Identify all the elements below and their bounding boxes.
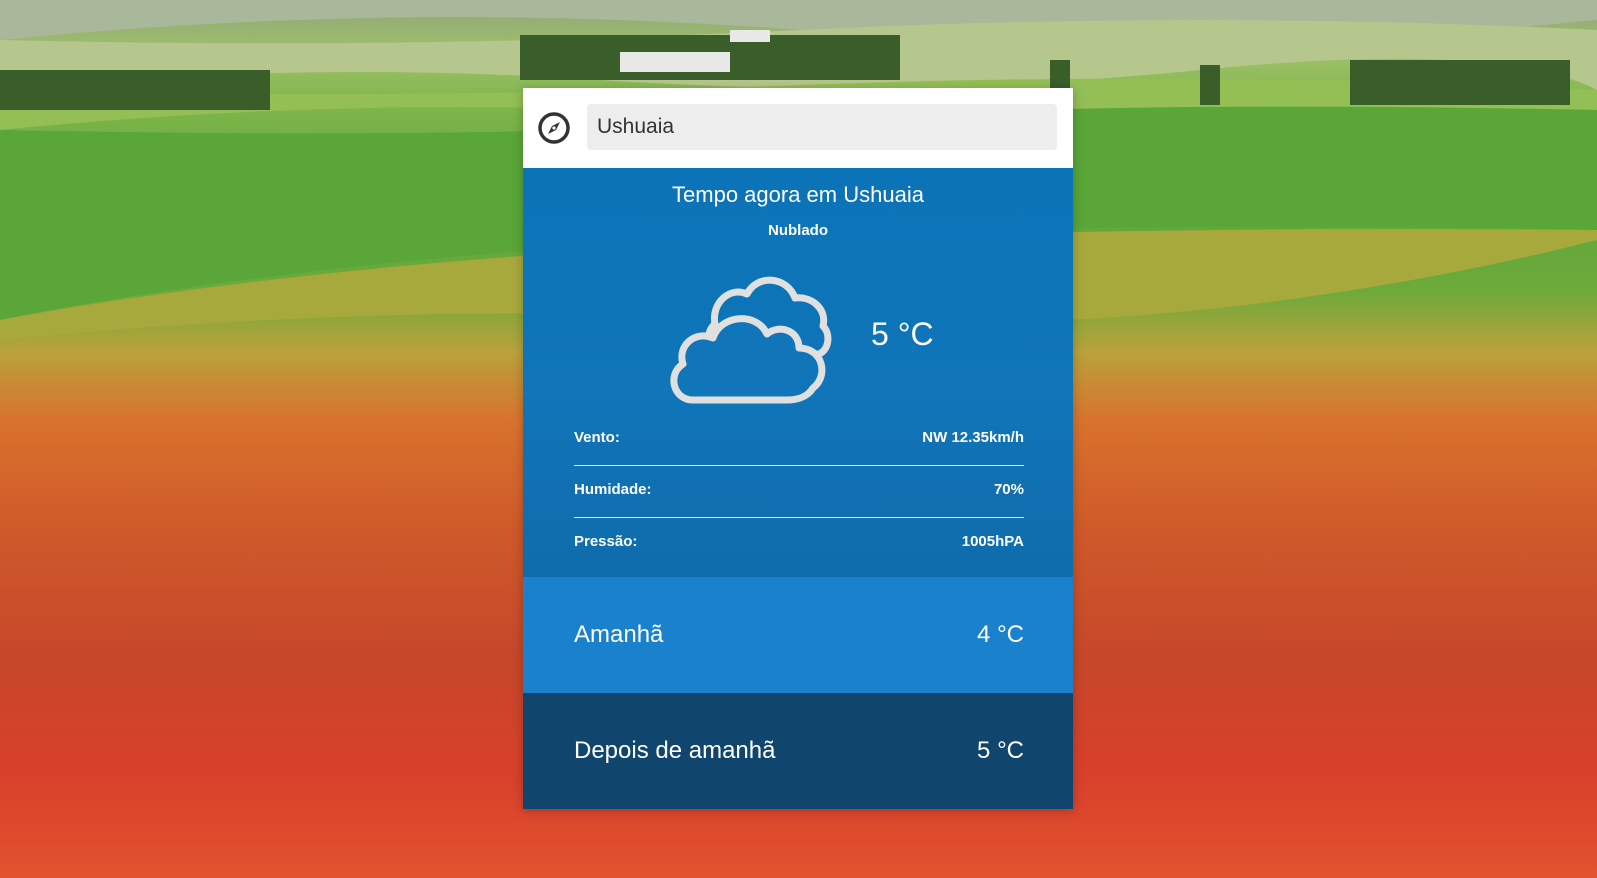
cloud-icon	[670, 276, 832, 404]
wind-label: Vento:	[574, 429, 620, 446]
weather-description: Nublado	[768, 222, 828, 239]
wind-row: Vento: NW 12.35km/h	[574, 414, 1024, 465]
weather-widget: Tempo agora em Ushuaia Nublado 5 °C Vent…	[523, 88, 1073, 809]
wind-value: NW 12.35km/h	[922, 429, 1024, 446]
pressure-label: Pressão:	[574, 533, 638, 550]
forecast-day-label: Amanhã	[574, 621, 664, 648]
current-weather-panel: Tempo agora em Ushuaia Nublado 5 °C Vent…	[523, 168, 1073, 577]
forecast-temperature: 5 °C	[977, 737, 1024, 764]
current-weather-title: Tempo agora em Ushuaia	[672, 182, 924, 207]
pressure-value: 1005hPA	[961, 533, 1024, 550]
search-bar	[523, 88, 1073, 168]
forecast-day-label: Depois de amanhã	[574, 737, 776, 764]
humidity-label: Humidade:	[574, 481, 652, 498]
humidity-row: Humidade: 70%	[574, 466, 1024, 517]
pressure-row: Pressão: 1005hPA	[574, 518, 1024, 569]
forecast-day-after-tomorrow: Depois de amanhã 5 °C	[523, 693, 1073, 809]
city-search-input[interactable]	[587, 104, 1057, 150]
forecast-temperature: 4 °C	[977, 621, 1024, 648]
current-temperature: 5 °C	[871, 316, 934, 352]
forecast-tomorrow: Amanhã 4 °C	[523, 577, 1073, 693]
humidity-value: 70%	[993, 481, 1024, 498]
compass-icon[interactable]	[537, 111, 571, 145]
